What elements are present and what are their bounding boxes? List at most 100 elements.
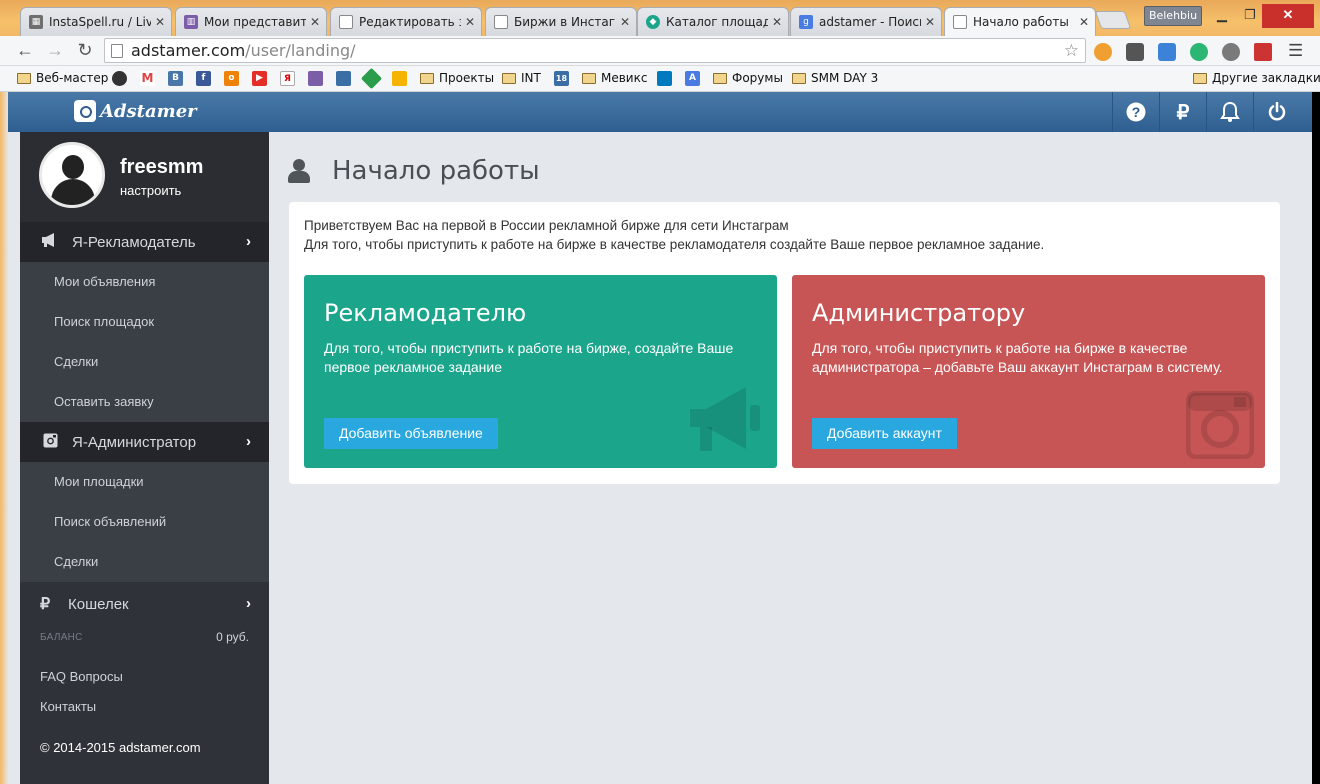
pocket-icon[interactable]: [1126, 43, 1144, 61]
bookmark-folder-smm-day[interactable]: SMM DAY 3: [792, 71, 878, 85]
feedly-icon[interactable]: [360, 67, 383, 90]
minimize-icon[interactable]: ▁: [1208, 4, 1236, 28]
bookmark-label: Проекты: [439, 71, 495, 85]
browser-menu-icon[interactable]: ☰: [1288, 41, 1303, 61]
bookmark-folder-projects[interactable]: Проекты: [420, 71, 494, 85]
sidebar-item-find-platforms[interactable]: Поиск площадок: [20, 302, 269, 342]
close-icon[interactable]: ✕: [310, 15, 320, 29]
trello-icon[interactable]: [657, 71, 672, 86]
reload-icon[interactable]: ↻: [74, 40, 96, 61]
bookmark-folder-forums[interactable]: Форумы: [713, 71, 783, 85]
close-icon[interactable]: ✕: [772, 15, 782, 29]
close-icon[interactable]: ✕: [925, 15, 935, 29]
folder-icon: [792, 72, 806, 84]
sidebar-item-my-platforms[interactable]: Мои площадки: [20, 462, 269, 502]
browser-tab[interactable]: ▦ InstaSpell.ru / Live ✕: [20, 7, 172, 36]
add-ad-button[interactable]: Добавить объявление: [324, 418, 498, 449]
balance-value: 0 руб.: [216, 630, 249, 644]
megaphone-icon: [690, 387, 760, 451]
sidebar-item-deals[interactable]: Сделки: [20, 342, 269, 382]
power-extension-icon[interactable]: [1222, 43, 1240, 61]
profile-settings-link[interactable]: настроить: [120, 183, 181, 198]
extension-icon[interactable]: [1094, 43, 1112, 61]
browser-user-badge[interactable]: Belehbiu: [1144, 6, 1202, 26]
close-icon[interactable]: ✕: [1079, 15, 1089, 29]
card-text: Для того, чтобы приступить к работе на б…: [812, 340, 1223, 375]
bookmark-label: Форумы: [732, 71, 783, 85]
sidebar-item-my-ads[interactable]: Мои объявления: [20, 262, 269, 302]
bookmark-icon[interactable]: [112, 71, 127, 86]
instagram-icon: [40, 433, 60, 452]
sidebar: freesmm настроить Я-Рекламодатель › Мои …: [20, 132, 269, 784]
browser-tab[interactable]: ▥ Мои представители ✕: [175, 7, 327, 36]
megaphone-icon: [40, 233, 60, 251]
close-icon[interactable]: ✕: [155, 15, 165, 29]
sidebar-item-find-ads[interactable]: Поиск объявлений: [20, 502, 269, 542]
browser-tab[interactable]: ◆ Каталог площадок ✕: [637, 7, 789, 36]
stats-icon[interactable]: [336, 71, 351, 86]
logo-camera-icon: [74, 100, 96, 122]
facebook-icon[interactable]: f: [196, 71, 211, 86]
bookmark-star-icon[interactable]: ☆: [1064, 41, 1079, 61]
bookmarks-bar: Веб-мастер M B f o ▶ Я Проекты INT 18 Ме…: [0, 66, 1320, 92]
user-silhouette-body: [51, 179, 95, 205]
page-title: Начало работы: [332, 156, 540, 186]
bookmark-folder-int[interactable]: INT: [502, 71, 541, 85]
logo-text: Adstamer: [100, 100, 197, 122]
browser-tab[interactable]: g adstamer - Поиск ✕: [790, 7, 942, 36]
browser-tab[interactable]: Редактировать за ✕: [330, 7, 482, 36]
faq-link[interactable]: FAQ Вопросы: [40, 669, 123, 684]
maximize-icon[interactable]: ❐: [1236, 4, 1264, 28]
google-drive-icon[interactable]: [392, 71, 407, 86]
page-icon: [953, 15, 967, 29]
sidebar-section-wallet[interactable]: ₽ Кошелек ›: [20, 584, 269, 624]
bookmark-folder-mevix[interactable]: Мевикс: [582, 71, 647, 85]
bookmark-folder-web-master[interactable]: Веб-мастер: [17, 71, 108, 85]
calendar-icon[interactable]: 18: [554, 71, 569, 86]
forward-icon[interactable]: →: [44, 40, 66, 61]
youtube-icon[interactable]: ▶: [252, 71, 267, 86]
close-icon[interactable]: ✕: [465, 15, 475, 29]
extension-icon[interactable]: [1254, 43, 1272, 61]
sidebar-item-leave-request[interactable]: Оставить заявку: [20, 382, 269, 422]
tab-title: adstamer - Поиск: [819, 15, 921, 29]
profile-block: freesmm настроить: [20, 132, 269, 222]
chevron-right-icon: ›: [246, 433, 251, 450]
vk-icon[interactable]: B: [168, 71, 183, 86]
window-close-icon[interactable]: ✕: [1262, 4, 1314, 28]
sidebar-section-advertiser[interactable]: Я-Рекламодатель ›: [20, 222, 269, 262]
add-account-button[interactable]: Добавить аккаунт: [812, 418, 957, 449]
back-icon[interactable]: ←: [14, 40, 36, 61]
address-bar[interactable]: adstamer.com /user/landing/ ☆: [104, 38, 1086, 63]
sidebar-item-admin-deals[interactable]: Сделки: [20, 542, 269, 582]
chevron-right-icon: ›: [246, 595, 251, 612]
help-icon[interactable]: ?: [1112, 92, 1159, 132]
page-heading: Начало работы: [288, 156, 540, 186]
translate-icon[interactable]: A: [685, 71, 700, 86]
extension-icon[interactable]: [1190, 43, 1208, 61]
yandex-icon[interactable]: Я: [280, 71, 295, 86]
gmail-icon[interactable]: M: [140, 71, 155, 86]
avatar[interactable]: [39, 142, 105, 208]
tab-title: InstaSpell.ru / Live: [49, 15, 151, 29]
browser-tab-active[interactable]: Начало работы ✕: [944, 7, 1096, 36]
odnoklassniki-icon[interactable]: o: [224, 71, 239, 86]
app-logo[interactable]: Adstamer: [74, 100, 197, 122]
page-icon: [339, 15, 353, 29]
tab-title: Начало работы: [973, 15, 1069, 29]
bookmark-folder-other[interactable]: Другие закладки: [1193, 71, 1320, 85]
browser-tab[interactable]: Биржи в Инстагра ✕: [485, 7, 637, 36]
analytics-icon[interactable]: [308, 71, 323, 86]
power-icon[interactable]: [1253, 92, 1300, 132]
contacts-link[interactable]: Контакты: [40, 699, 96, 714]
chevron-right-icon: ›: [246, 233, 251, 250]
new-tab-button[interactable]: [1094, 11, 1132, 29]
welcome-panel: Приветствуем Вас на первой в России рекл…: [289, 202, 1280, 484]
bell-icon[interactable]: [1206, 92, 1253, 132]
svg-text:?: ?: [1132, 104, 1141, 120]
ruble-icon[interactable]: ₽: [1159, 92, 1206, 132]
instagram-icon: [1186, 391, 1254, 459]
checkmark-extension-icon[interactable]: [1158, 43, 1176, 61]
close-icon[interactable]: ✕: [620, 15, 630, 29]
sidebar-section-administrator[interactable]: Я-Администратор ›: [20, 422, 269, 462]
